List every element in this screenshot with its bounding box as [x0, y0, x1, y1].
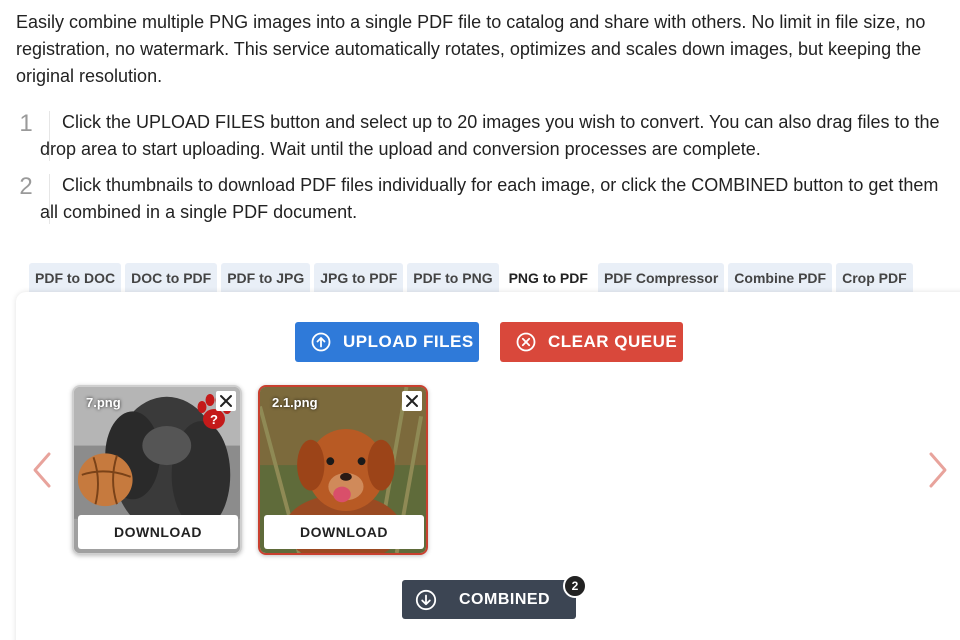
- step-text: Click thumbnails to download PDF files i…: [40, 175, 939, 222]
- close-circle-icon: [516, 332, 536, 352]
- combined-label: COMBINED: [459, 590, 551, 608]
- tab-pdf-to-png[interactable]: PDF to PNG: [407, 263, 499, 293]
- step-number: 1: [19, 110, 33, 137]
- close-icon[interactable]: [402, 391, 422, 411]
- upload-circle-icon: [311, 332, 331, 352]
- chevron-right-icon[interactable]: [926, 450, 950, 490]
- file-thumbnail[interactable]: 2.1.png DOWNLOAD: [258, 385, 428, 555]
- download-button[interactable]: DOWNLOAD: [78, 515, 238, 549]
- step-number: 2: [19, 173, 33, 200]
- tab-pdf-compressor[interactable]: PDF Compressor: [597, 263, 725, 293]
- tool-tabs: PDF to DOC DOC to PDF PDF to JPG JPG to …: [29, 263, 917, 293]
- chevron-left-icon[interactable]: [30, 450, 54, 490]
- intro-text: Easily combine multiple PNG images into …: [16, 12, 926, 86]
- file-name: 2.1.png: [272, 395, 318, 410]
- file-thumbnail[interactable]: 7.png ? DOWNLOAD: [72, 385, 242, 555]
- combined-button[interactable]: COMBINED: [402, 580, 576, 619]
- download-button[interactable]: DOWNLOAD: [264, 515, 424, 549]
- upload-files-button[interactable]: UPLOAD FILES: [295, 322, 479, 362]
- clear-queue-button[interactable]: CLEAR QUEUE: [500, 322, 683, 362]
- svg-text:?: ?: [210, 412, 218, 427]
- step-text: Click the UPLOAD FILES button and select…: [40, 112, 940, 159]
- close-icon[interactable]: [216, 391, 236, 411]
- download-circle-icon: [415, 589, 437, 610]
- tab-crop-pdf[interactable]: Crop PDF: [836, 263, 913, 293]
- tab-jpg-to-pdf[interactable]: JPG to PDF: [314, 263, 404, 293]
- tab-png-to-pdf[interactable]: PNG to PDF: [502, 263, 594, 293]
- clear-queue-label: CLEAR QUEUE: [548, 332, 678, 351]
- tab-doc-to-pdf[interactable]: DOC to PDF: [125, 263, 218, 293]
- file-name: 7.png: [86, 395, 121, 410]
- file-count-badge: 2: [563, 574, 587, 598]
- tab-pdf-to-jpg[interactable]: PDF to JPG: [221, 263, 311, 293]
- tab-pdf-to-doc[interactable]: PDF to DOC: [29, 263, 122, 293]
- tab-combine-pdf[interactable]: Combine PDF: [728, 263, 833, 293]
- upload-files-label: UPLOAD FILES: [343, 332, 474, 351]
